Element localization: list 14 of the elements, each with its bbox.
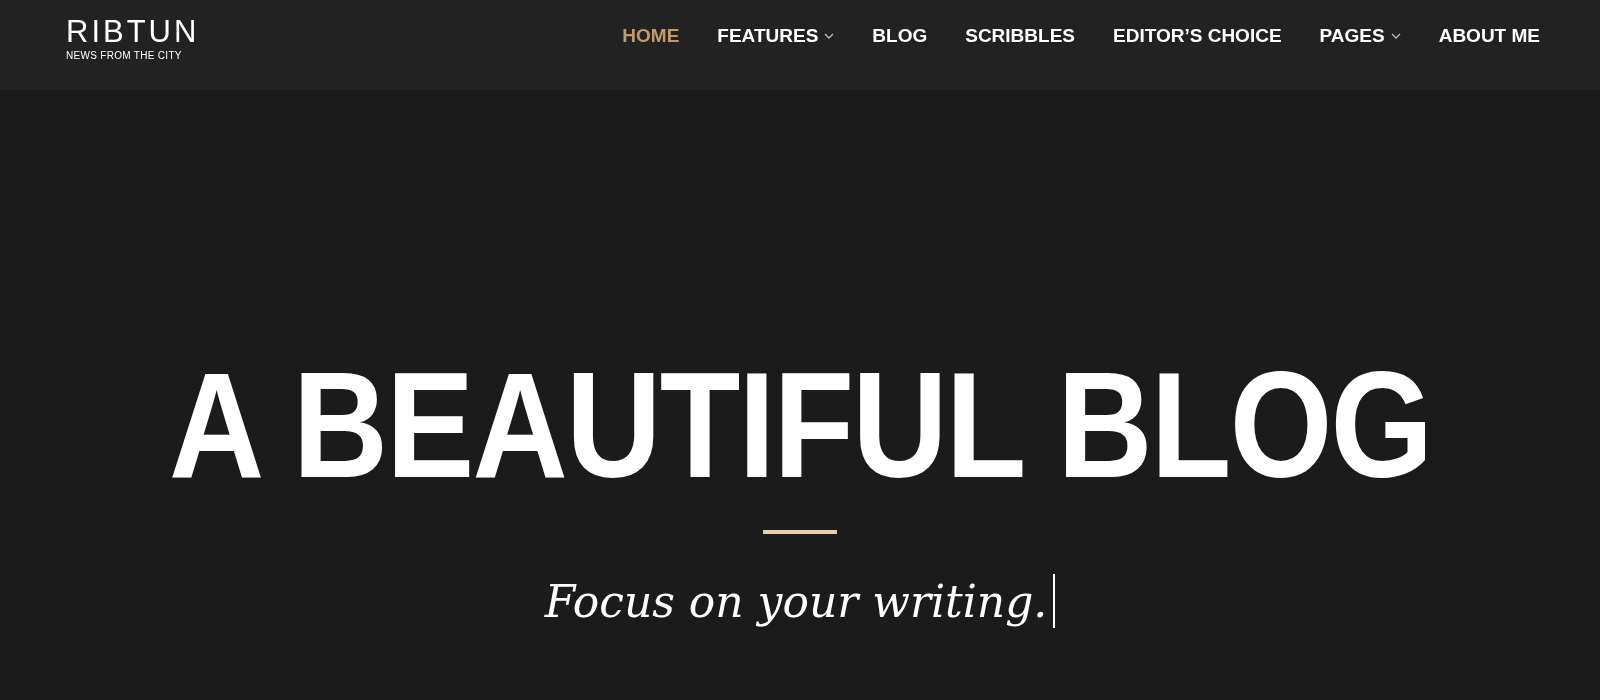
logo-tagline: NEWS FROM THE CITY bbox=[66, 50, 183, 61]
hero-headline: A BEAUTIFUL BLOG bbox=[168, 350, 1432, 500]
nav-link[interactable]: SCRIBBLES bbox=[965, 25, 1075, 47]
nav-link[interactable]: FEATURES bbox=[717, 25, 835, 47]
nav-link[interactable]: PAGES bbox=[1319, 25, 1401, 47]
chevron-down-icon bbox=[824, 32, 835, 40]
nav-link[interactable]: BLOG bbox=[872, 25, 928, 47]
chevron-down-icon bbox=[1390, 32, 1401, 40]
logo-title[interactable]: RIBTUN bbox=[66, 16, 200, 47]
nav-link[interactable]: ABOUT ME bbox=[1438, 25, 1540, 47]
nav-link[interactable]: EDITOR’S CHOICE bbox=[1113, 25, 1282, 47]
hero-subtitle: Focus on your writing. bbox=[544, 575, 1048, 627]
text-cursor bbox=[1053, 574, 1056, 628]
nav-link[interactable]: HOME bbox=[622, 25, 680, 47]
